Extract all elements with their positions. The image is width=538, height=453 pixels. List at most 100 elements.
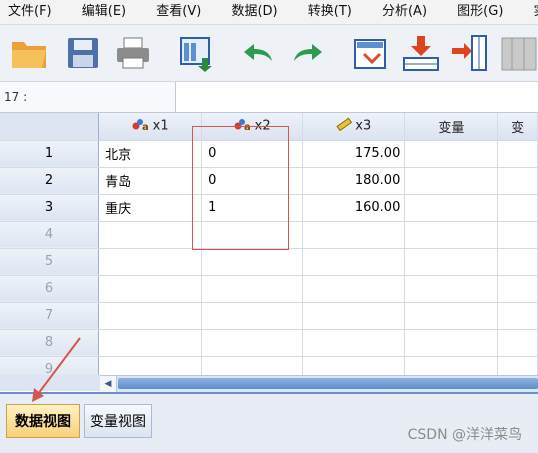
cell-empty[interactable]	[404, 356, 499, 375]
cell-reference-bar: 17 :	[0, 82, 538, 113]
table-row: 5	[0, 248, 538, 276]
cell-x1[interactable]	[98, 329, 203, 357]
cell-x1[interactable]	[98, 356, 203, 375]
menu-data[interactable]: 数据(D)	[227, 0, 281, 24]
cell-empty[interactable]	[404, 194, 499, 222]
nominal-numeric-icon: a	[234, 117, 252, 135]
table-row: 6	[0, 275, 538, 303]
row-header[interactable]: 1	[0, 140, 100, 168]
cell-x1[interactable]	[98, 275, 203, 303]
cell-empty[interactable]	[404, 248, 499, 276]
row-header[interactable]: 4	[0, 221, 100, 249]
cell-x1[interactable]	[98, 221, 203, 249]
scrollbar-spacer	[0, 375, 100, 391]
cell-empty[interactable]	[497, 248, 538, 276]
row-header[interactable]: 2	[0, 167, 100, 195]
cell-empty[interactable]	[497, 167, 538, 195]
undo-icon[interactable]	[236, 32, 278, 74]
row-header[interactable]: 9	[0, 356, 100, 375]
menu-file[interactable]: 文件(F)	[4, 0, 56, 24]
cell-x2[interactable]	[201, 302, 304, 330]
cell-empty[interactable]	[404, 302, 499, 330]
cell-empty[interactable]	[497, 356, 538, 375]
data-grid: a x1 a x2 x3 变量 变 1 北京 0 175.00 2 青岛 0 1…	[0, 113, 538, 375]
dialog-recall-icon[interactable]	[176, 32, 218, 74]
menu-bar: 文件(F) 编辑(E) 查看(V) 数据(D) 转换(T) 分析(A) 图形(G…	[0, 0, 538, 25]
table-row: 7	[0, 302, 538, 330]
cell-empty[interactable]	[404, 167, 499, 195]
tab-data-view[interactable]: 数据视图	[6, 404, 80, 438]
row-header[interactable]: 3	[0, 194, 100, 222]
cell-x2[interactable]	[201, 329, 304, 357]
cell-empty[interactable]	[404, 221, 499, 249]
menu-graphs[interactable]: 图形(G)	[453, 0, 507, 24]
cell-x2[interactable]: 0	[201, 140, 304, 168]
grid-corner[interactable]	[0, 113, 100, 141]
horizontal-scrollbar[interactable]: ◀	[100, 375, 538, 392]
cell-x2[interactable]	[201, 248, 304, 276]
cell-empty[interactable]	[497, 302, 538, 330]
split-file-icon[interactable]	[498, 32, 538, 74]
column-label: 变	[511, 120, 525, 136]
cell-x1[interactable]: 青岛	[98, 167, 203, 195]
goto-case-icon[interactable]	[350, 32, 392, 74]
cell-empty[interactable]	[404, 329, 499, 357]
cell-x3[interactable]: 175.00	[302, 140, 406, 168]
cell-empty[interactable]	[497, 194, 538, 222]
column-header-var[interactable]: 变	[497, 113, 538, 141]
cell-x1[interactable]: 北京	[98, 140, 203, 168]
cell-x2[interactable]	[201, 356, 304, 375]
menu-edit[interactable]: 编辑(E)	[78, 0, 130, 24]
insert-cases-icon[interactable]	[400, 32, 442, 74]
row-header[interactable]: 5	[0, 248, 100, 276]
cell-x2[interactable]: 1	[201, 194, 304, 222]
column-header-x3[interactable]: x3	[302, 113, 406, 141]
cell-empty[interactable]	[497, 329, 538, 357]
column-label: x3	[355, 118, 372, 134]
scrollbar-thumb[interactable]	[118, 378, 538, 389]
cell-x2[interactable]	[201, 221, 304, 249]
row-header[interactable]: 8	[0, 329, 100, 357]
column-header-var[interactable]: 变量	[404, 113, 499, 141]
cell-x2[interactable]	[201, 275, 304, 303]
toolbar	[0, 25, 538, 82]
cell-x3[interactable]	[302, 356, 406, 375]
watermark: CSDN @洋洋菜鸟	[407, 427, 522, 443]
menu-transform[interactable]: 转换(T)	[304, 0, 356, 24]
cell-x3[interactable]	[302, 329, 406, 357]
menu-utilities[interactable]: 实	[530, 0, 538, 24]
print-icon[interactable]	[112, 32, 154, 74]
menu-view[interactable]: 查看(V)	[152, 0, 205, 24]
column-header-x2[interactable]: a x2	[201, 113, 304, 141]
save-icon[interactable]	[62, 32, 104, 74]
menu-analyze[interactable]: 分析(A)	[378, 0, 431, 24]
cell-value-input[interactable]	[178, 82, 538, 112]
cell-x3[interactable]: 160.00	[302, 194, 406, 222]
cell-x3[interactable]	[302, 275, 406, 303]
svg-text:a: a	[142, 122, 149, 131]
cell-empty[interactable]	[497, 275, 538, 303]
column-header-x1[interactable]: a x1	[98, 113, 203, 141]
redo-icon[interactable]	[288, 32, 330, 74]
cell-x3[interactable]	[302, 302, 406, 330]
cell-empty[interactable]	[497, 221, 538, 249]
cell-empty[interactable]	[404, 140, 499, 168]
cell-x3[interactable]	[302, 221, 406, 249]
tab-variable-view[interactable]: 变量视图	[84, 404, 152, 438]
svg-text:a: a	[244, 122, 251, 131]
cell-x1[interactable]: 重庆	[98, 194, 203, 222]
cell-x3[interactable]: 180.00	[302, 167, 406, 195]
cell-x1[interactable]	[98, 302, 203, 330]
scroll-left-icon[interactable]: ◀	[100, 376, 117, 392]
row-header[interactable]: 6	[0, 275, 100, 303]
cell-empty[interactable]	[404, 275, 499, 303]
insert-variable-icon[interactable]	[448, 32, 490, 74]
column-label: x2	[254, 118, 271, 134]
cell-empty[interactable]	[497, 140, 538, 168]
cell-x3[interactable]	[302, 248, 406, 276]
open-folder-icon[interactable]	[8, 32, 50, 74]
cell-x1[interactable]	[98, 248, 203, 276]
cell-x2[interactable]: 0	[201, 167, 304, 195]
table-row: 8	[0, 329, 538, 357]
row-header[interactable]: 7	[0, 302, 100, 330]
